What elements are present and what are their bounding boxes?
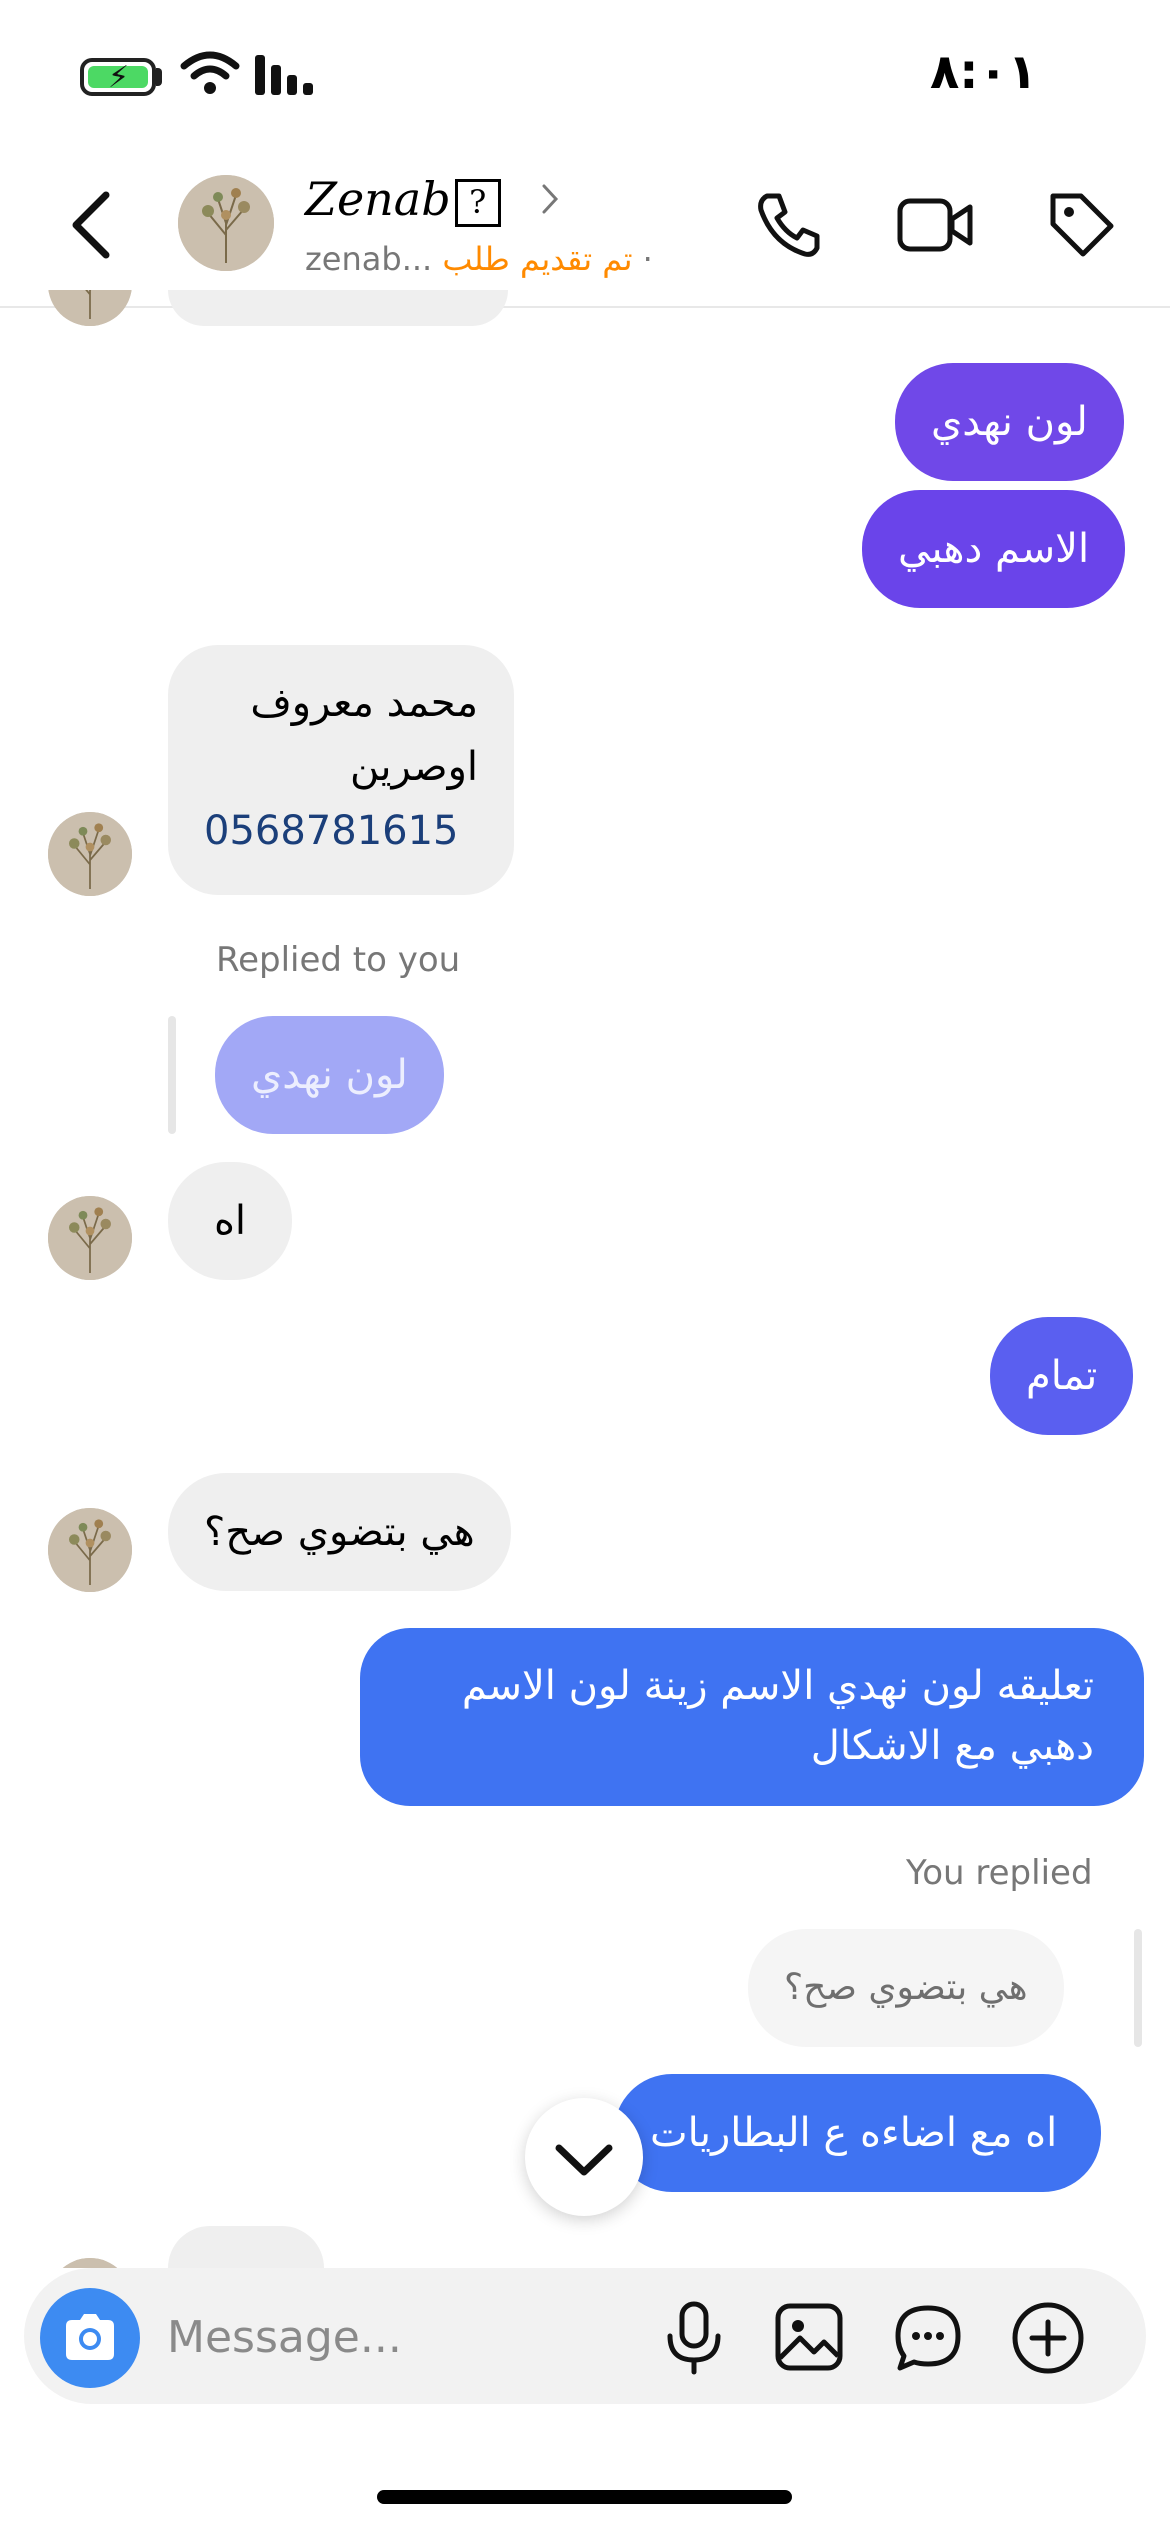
reply-quoted-message[interactable]: لون نهدي: [215, 1016, 444, 1134]
sticker-icon[interactable]: [892, 2302, 964, 2374]
contact-avatar[interactable]: [178, 175, 274, 271]
sender-avatar: [48, 812, 132, 896]
cellular-signal-icon: [255, 55, 313, 95]
sender-avatar: [48, 1196, 132, 1280]
scroll-to-bottom-button[interactable]: [525, 2098, 643, 2216]
contact-status: تم تقديم طلب: [442, 240, 633, 278]
message-line: اوصرين: [349, 744, 478, 790]
reply-quote-bar: [1134, 1929, 1142, 2047]
message-incoming[interactable]: اه: [168, 1162, 292, 1280]
contact-name-text: Zenab: [305, 172, 451, 226]
message-outgoing[interactable]: تمام: [990, 1317, 1134, 1435]
video-icon[interactable]: [896, 195, 976, 255]
phone-number-link[interactable]: 0568781615: [204, 799, 478, 863]
battery-icon: ⚡: [80, 58, 156, 96]
contact-username: zenab...: [305, 240, 433, 278]
contact-subtitle: zenab... تم تقديم طلب ·: [305, 240, 653, 278]
chat-header: [0, 150, 1170, 308]
gallery-icon[interactable]: [774, 2302, 844, 2372]
home-indicator: [377, 2490, 792, 2504]
reply-label: Replied to you: [216, 940, 461, 980]
wifi-icon: [180, 51, 240, 94]
tag-icon[interactable]: [1045, 188, 1117, 260]
message-input[interactable]: [165, 2300, 649, 2374]
message-incoming[interactable]: هي بتضوي صح؟: [168, 1473, 511, 1591]
message-outgoing[interactable]: لون نهدي: [895, 363, 1124, 481]
chevron-right-icon[interactable]: [540, 182, 560, 216]
message-outgoing[interactable]: اه مع اضاءه ع البطاريات: [614, 2074, 1102, 2192]
contact-name-badge: ?: [454, 179, 501, 227]
plus-icon[interactable]: [1010, 2300, 1086, 2376]
contact-name[interactable]: Zenab?: [305, 172, 501, 227]
camera-button[interactable]: [40, 2288, 140, 2388]
microphone-icon[interactable]: [662, 2300, 726, 2376]
sender-avatar: [48, 1508, 132, 1592]
reply-quoted-message[interactable]: هي بتضوي صح؟: [748, 1929, 1064, 2047]
typing-bubble-partial: [168, 2226, 324, 2268]
back-icon[interactable]: [60, 185, 120, 265]
phone-icon[interactable]: [753, 190, 823, 260]
avatar-clip: [48, 2258, 132, 2268]
message-line: تعليقه لون نهدي الاسم زينة لون الاسم: [461, 1663, 1094, 1709]
status-time: ٨:٠١: [930, 44, 1038, 100]
message-line: دهبي مع الاشكال: [810, 1723, 1094, 1769]
message-outgoing[interactable]: الاسم دهبي: [862, 490, 1126, 608]
camera-icon: [66, 2314, 114, 2360]
message-incoming[interactable]: محمد معروف اوصرين 0568781615: [168, 645, 514, 895]
chevron-down-icon: [555, 2144, 613, 2176]
reply-quote-bar: [168, 1016, 176, 1134]
battery-cap: [156, 68, 162, 86]
message-outgoing[interactable]: تعليقه لون نهدي الاسم زينة لون الاسم دهب…: [360, 1628, 1144, 1806]
status-dot: ·: [642, 240, 653, 278]
reply-label: You replied: [906, 1853, 1093, 1893]
avatar-clip: [48, 290, 132, 326]
message-line: محمد معروف: [250, 680, 478, 726]
message-bubble-partial: [168, 290, 508, 326]
